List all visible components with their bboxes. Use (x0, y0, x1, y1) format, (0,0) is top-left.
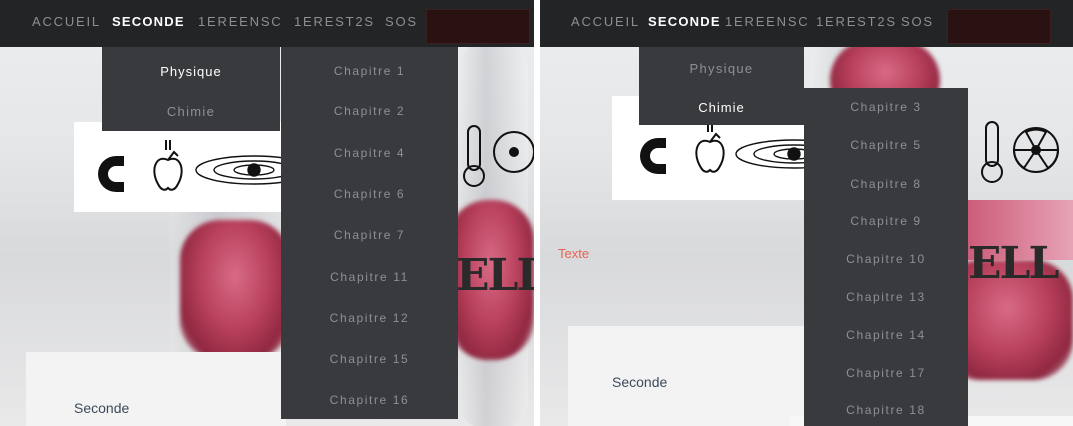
logo-icons (98, 140, 284, 192)
chapter-item[interactable]: Chapitre 12 (281, 311, 458, 325)
chapter-item[interactable]: Chapitre 9 (804, 214, 968, 228)
nav-accueil[interactable]: ACCUEIL (32, 14, 101, 29)
apple-icon (153, 140, 183, 191)
screenshot-right: ELL Texte Seconde ACCUEIL SECONDE 1EREEN… (540, 0, 1073, 426)
chapter-item[interactable]: Chapitre 7 (281, 228, 458, 242)
thermometer-icon (981, 121, 1003, 183)
chapter-item[interactable]: Chapitre 15 (281, 352, 458, 366)
chapter-item[interactable]: Chapitre 5 (804, 138, 968, 152)
content-card: Seconde (26, 352, 286, 426)
orbit-icon (195, 155, 284, 185)
submenu-seconde: Physique Chimie (102, 47, 280, 131)
science-icons-right (981, 121, 1060, 183)
chapter-item[interactable]: Chapitre 11 (281, 270, 458, 284)
chapter-menu-chimie: Chapitre 3 Chapitre 5 Chapitre 8 Chapitr… (804, 88, 968, 426)
content-card: Seconde (568, 326, 808, 426)
logo-banner (74, 122, 284, 212)
magnet-icon (98, 156, 124, 192)
submenu-chimie[interactable]: Chimie (102, 104, 280, 119)
navbar: ACCUEIL SECONDE 1EREENSC 1EREST2S SOS (0, 0, 534, 47)
section-label: Seconde (74, 400, 130, 416)
thermometer-icon (463, 125, 485, 187)
chapter-item[interactable]: Chapitre 14 (804, 328, 968, 342)
nav-sos[interactable]: SOS (901, 14, 934, 29)
chapter-menu-physique: Chapitre 1 Chapitre 2 Chapitre 4 Chapitr… (281, 47, 458, 419)
chapter-item[interactable]: Chapitre 18 (804, 403, 968, 417)
radioactive-icon (1012, 127, 1060, 173)
chapter-item[interactable]: Chapitre 8 (804, 177, 968, 191)
screenshot-left: ELL Seconde ACCUEIL SECONDE 1EREENSC 1ER… (0, 0, 534, 426)
nav-1erest2s[interactable]: 1EREST2S (816, 14, 897, 29)
nav-search-box[interactable] (426, 9, 530, 44)
submenu-physique[interactable]: Physique (639, 61, 804, 76)
texte-label: Texte (558, 246, 590, 261)
apple-icon (695, 122, 725, 173)
chapter-item[interactable]: Chapitre 17 (804, 366, 968, 380)
nav-sos[interactable]: SOS (385, 14, 418, 29)
submenu-physique[interactable]: Physique (102, 64, 280, 79)
section-label: Seconde (612, 374, 668, 390)
decorative-letters: ELL (456, 250, 534, 301)
decorative-letters: ELL (968, 238, 1059, 289)
chapter-item[interactable]: Chapitre 10 (804, 252, 968, 266)
magnet-icon (640, 138, 666, 174)
nav-1ereensc[interactable]: 1EREENSC (725, 14, 809, 29)
nav-1ereensc[interactable]: 1EREENSC (198, 14, 282, 29)
chapter-item[interactable]: Chapitre 16 (281, 393, 458, 407)
chapter-item[interactable]: Chapitre 6 (281, 187, 458, 201)
chapter-item[interactable]: Chapitre 2 (281, 104, 458, 118)
submenu-seconde: Physique Chimie (639, 47, 804, 125)
background-liquid (180, 220, 290, 360)
submenu-chimie[interactable]: Chimie (639, 100, 804, 115)
radioactive-icon (493, 131, 534, 173)
nav-accueil[interactable]: ACCUEIL (571, 14, 640, 29)
chapter-item[interactable]: Chapitre 1 (281, 64, 458, 78)
chapter-item[interactable]: Chapitre 3 (804, 100, 968, 114)
navbar: ACCUEIL SECONDE 1EREENSC 1EREST2S SOS (540, 0, 1073, 47)
chapter-item[interactable]: Chapitre 13 (804, 290, 968, 304)
nav-seconde[interactable]: SECONDE (648, 14, 721, 29)
science-icons-right (463, 125, 534, 187)
chapter-item[interactable]: Chapitre 4 (281, 146, 458, 160)
nav-search-box[interactable] (947, 9, 1051, 44)
nav-1erest2s[interactable]: 1EREST2S (294, 14, 375, 29)
nav-seconde[interactable]: SECONDE (112, 14, 185, 29)
